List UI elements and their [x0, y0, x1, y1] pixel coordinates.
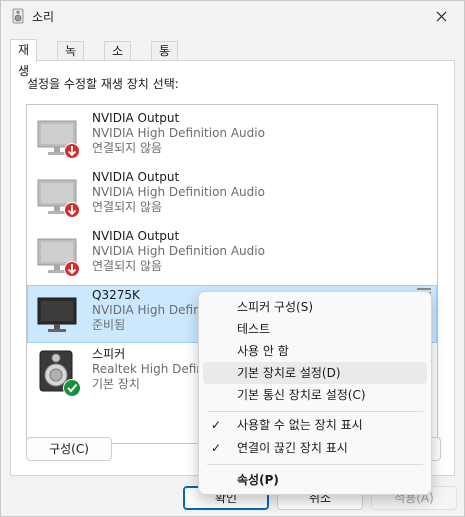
device-status: 연결되지 않음	[92, 200, 163, 214]
device-name: NVIDIA Output	[92, 170, 180, 184]
speaker-icon	[39, 350, 81, 397]
device-name: NVIDIA Output	[92, 229, 180, 243]
menu-item-set-default-comm-device[interactable]: 기본 통신 장치로 설정(C)	[203, 384, 427, 406]
tab-communications[interactable]: 통신	[151, 41, 179, 77]
menu-item-configure-speakers[interactable]: 스피커 구성(S)	[203, 296, 427, 318]
monitor-icon	[37, 120, 80, 159]
device-item-nvidia-output-1[interactable]: NVIDIA Output NVIDIA High Definition Aud…	[27, 108, 437, 166]
tab-sounds[interactable]: 소리	[104, 41, 132, 77]
context-menu: 스피커 구성(S) 테스트 사용 안 함 기본 장치로 설정(D) 기본 통신 …	[198, 291, 432, 495]
device-description: NVIDIA High Definition Audio	[92, 126, 265, 140]
checkmark-icon: ✓	[211, 441, 222, 455]
close-icon	[436, 11, 446, 21]
device-status: 연결되지 않음	[92, 259, 163, 273]
menu-item-properties[interactable]: 속성(P)	[203, 469, 427, 491]
checkmark-icon: ✓	[211, 418, 222, 432]
monitor-icon	[37, 297, 77, 332]
device-status: 연결되지 않음	[92, 141, 163, 155]
menu-item-disable[interactable]: 사용 안 함	[203, 340, 427, 362]
device-item-nvidia-output-2[interactable]: NVIDIA Output NVIDIA High Definition Aud…	[27, 167, 437, 225]
tab-playback[interactable]: 재생	[10, 39, 38, 78]
scrollbar[interactable]	[417, 288, 431, 290]
menu-item-set-default-device[interactable]: 기본 장치로 설정(D)	[203, 362, 427, 384]
speaker-app-icon	[12, 8, 24, 24]
tab-recording[interactable]: 녹음	[57, 41, 85, 77]
monitor-icon	[37, 238, 80, 277]
device-description: NVIDIA High Definition Audio	[92, 244, 265, 258]
device-description: NVIDIA High Definition Audio	[92, 185, 265, 199]
device-name: Q3275K	[92, 288, 140, 302]
device-name: NVIDIA Output	[92, 111, 180, 125]
menu-item-show-disabled-devices[interactable]: ✓ 사용할 수 없는 장치 표시	[203, 414, 427, 436]
device-description: Realtek High Definit	[92, 362, 212, 376]
menu-item-test[interactable]: 테스트	[203, 318, 427, 340]
menu-separator	[207, 411, 423, 412]
sound-dialog: 소리 재생 녹음 소리 통신 설정을 수정할 재생 장치 선택:	[0, 0, 465, 517]
configure-button[interactable]: 구성(C)	[26, 437, 112, 461]
menu-separator	[207, 464, 423, 465]
device-status: 기본 장치	[92, 377, 140, 391]
device-item-nvidia-output-3[interactable]: NVIDIA Output NVIDIA High Definition Aud…	[27, 226, 437, 284]
window-title: 소리	[32, 10, 55, 24]
device-name: 스피커	[92, 347, 126, 361]
menu-item-show-disconnected-devices[interactable]: ✓ 연결이 끊긴 장치 표시	[203, 437, 427, 459]
instruction-label: 설정을 수정할 재생 장치 선택:	[27, 77, 179, 91]
close-button[interactable]	[418, 1, 464, 31]
monitor-icon	[37, 179, 80, 218]
device-status: 준비됨	[92, 318, 126, 332]
title-bar: 소리	[1, 1, 464, 31]
device-description: NVIDIA High Definiti	[92, 303, 213, 317]
